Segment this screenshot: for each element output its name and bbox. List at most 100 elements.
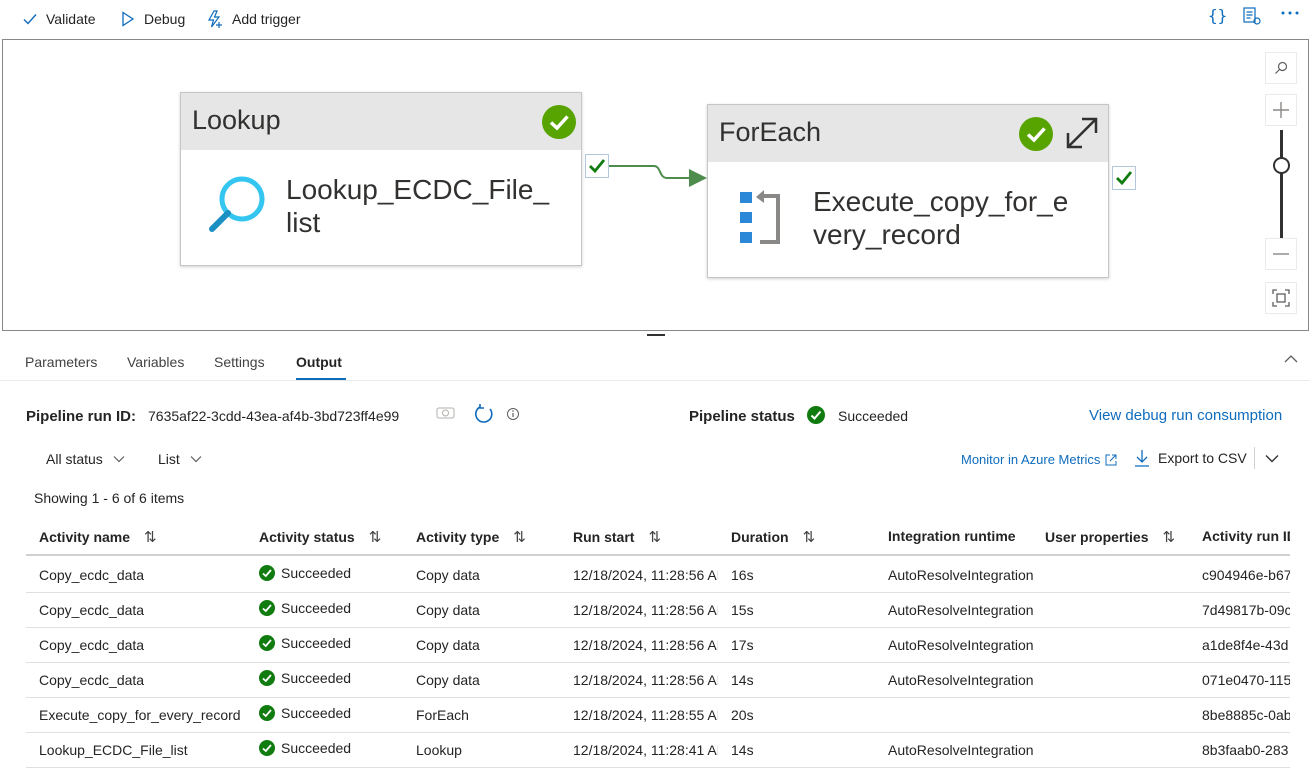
collapse-panel-icon[interactable] bbox=[1284, 354, 1298, 364]
column-header-activity-type[interactable]: Activity type ⇅ bbox=[416, 528, 526, 546]
cell-activity-type: Copy data bbox=[416, 567, 480, 583]
cell-activity-type: Lookup bbox=[416, 742, 462, 758]
column-header-run-start[interactable]: Run start ⇅ bbox=[573, 528, 661, 546]
canvas-search-button[interactable] bbox=[1265, 52, 1297, 84]
pipeline-status-label: Pipeline status bbox=[689, 408, 795, 425]
cell-activity-status: Succeeded bbox=[259, 705, 409, 721]
pipeline-status-value: Succeeded bbox=[838, 408, 909, 424]
cell-duration: 14s bbox=[731, 672, 754, 688]
check-icon bbox=[1116, 171, 1133, 186]
cell-activity-type: Copy data bbox=[416, 602, 480, 618]
lookup-activity-box[interactable]: Lookup Lookup_ECDC_File_ list bbox=[180, 92, 582, 266]
code-view-button[interactable]: {} bbox=[1208, 6, 1227, 25]
sort-icon[interactable]: ⇅ bbox=[803, 528, 816, 546]
external-link-icon bbox=[1105, 454, 1117, 465]
cell-activity-name: Copy_ecdc_data bbox=[39, 602, 145, 618]
cell-duration: 15s bbox=[731, 602, 754, 618]
download-icon bbox=[1135, 450, 1149, 467]
column-header-activity-status[interactable]: Activity status ⇅ bbox=[259, 528, 381, 546]
view-mode-label: List bbox=[158, 451, 180, 467]
validate-label: Validate bbox=[46, 11, 96, 27]
lightning-icon bbox=[207, 10, 222, 28]
expand-icon[interactable] bbox=[1064, 115, 1100, 151]
success-status-icon bbox=[259, 565, 275, 581]
plus-icon bbox=[1273, 102, 1289, 118]
foreach-activity-box[interactable]: ForEach Execute_copy_for_e very_record bbox=[707, 104, 1109, 278]
lookup-activity-name: Lookup_ECDC_File_ list bbox=[286, 174, 550, 238]
on-success-output-handle[interactable] bbox=[585, 154, 609, 178]
status-filter-dropdown[interactable]: All status bbox=[46, 451, 125, 467]
fit-to-screen-button[interactable] bbox=[1265, 282, 1297, 314]
cell-activity-status: Succeeded bbox=[259, 670, 409, 686]
sort-icon[interactable]: ⇅ bbox=[513, 528, 526, 546]
table-row[interactable]: Lookup_ECDC_File_list Succeeded Lookup 12/1… bbox=[26, 733, 1290, 768]
cell-activity-run-id: c904946e-b67 bbox=[1202, 567, 1290, 583]
table-row[interactable]: Copy_ecdc_data Succeeded Copy data 12/18/20… bbox=[26, 558, 1290, 593]
cell-run-start: 12/18/2024, 11:28:56 AM bbox=[573, 672, 718, 688]
sort-icon[interactable]: ⇅ bbox=[648, 528, 661, 546]
zoom-slider-thumb[interactable] bbox=[1273, 157, 1290, 174]
zoom-slider-track[interactable] bbox=[1280, 130, 1283, 238]
cell-activity-status: Succeeded bbox=[259, 565, 409, 581]
minus-icon bbox=[1273, 253, 1289, 255]
cell-run-start: 12/18/2024, 11:28:55 AM bbox=[573, 707, 718, 723]
column-header-integration-runtime[interactable]: Integration runtime bbox=[888, 528, 1016, 544]
panel-resize-handle[interactable] bbox=[647, 334, 665, 336]
column-header-activity-run-id[interactable]: Activity run ID bbox=[1202, 528, 1290, 544]
table-row[interactable]: Execute_copy_for_every_record Succeeded Fo… bbox=[26, 698, 1290, 733]
properties-tabs: Parameters Variables Settings Output bbox=[0, 338, 1310, 381]
cell-duration: 17s bbox=[731, 637, 754, 653]
column-header-duration[interactable]: Duration ⇅ bbox=[731, 528, 815, 546]
zoom-out-button[interactable] bbox=[1265, 238, 1297, 270]
success-status-icon bbox=[259, 705, 275, 721]
validate-button[interactable]: Validate bbox=[22, 8, 96, 30]
cell-run-start: 12/18/2024, 11:28:56 AM bbox=[573, 567, 718, 583]
foreach-activity-type: ForEach bbox=[719, 117, 822, 147]
cell-activity-run-id: 071e0470-115 bbox=[1202, 672, 1290, 688]
view-debug-consumption-link[interactable]: View debug run consumption bbox=[1089, 407, 1282, 424]
table-row[interactable]: Copy_ecdc_data Succeeded Copy data 12/18/20… bbox=[26, 663, 1290, 698]
chevron-down-icon[interactable] bbox=[1265, 454, 1279, 463]
cell-run-start: 12/18/2024, 11:28:56 AM bbox=[573, 637, 718, 653]
tab-output[interactable]: Output bbox=[296, 354, 342, 370]
pipeline-canvas[interactable]: Lookup Lookup_ECDC_File_ list ForEach Ex… bbox=[2, 39, 1309, 331]
lookup-activity-type: Lookup bbox=[192, 105, 281, 135]
tab-settings[interactable]: Settings bbox=[214, 354, 265, 370]
cell-run-start: 12/18/2024, 11:28:56 AM bbox=[573, 602, 718, 618]
view-mode-dropdown[interactable]: List bbox=[158, 451, 202, 467]
info-icon[interactable] bbox=[506, 407, 520, 421]
cell-activity-name: Copy_ecdc_data bbox=[39, 672, 145, 688]
refresh-icon[interactable] bbox=[474, 404, 494, 424]
zoom-in-button[interactable] bbox=[1265, 94, 1297, 126]
sort-icon[interactable]: ⇅ bbox=[144, 528, 157, 546]
cell-activity-name: Copy_ecdc_data bbox=[39, 637, 145, 653]
cell-activity-run-id: a1de8f4e-43d bbox=[1202, 637, 1289, 653]
export-to-csv-button[interactable]: Export to CSV bbox=[1134, 449, 1247, 467]
success-status-icon bbox=[259, 600, 275, 616]
column-header-activity-name[interactable]: Activity name ⇅ bbox=[39, 528, 157, 546]
cell-activity-run-id: 8b3faab0-283 bbox=[1202, 742, 1289, 758]
cell-activity-run-id: 7d49817b-09c bbox=[1202, 602, 1290, 618]
more-options-button[interactable] bbox=[1280, 10, 1300, 16]
activity-connector-arrow bbox=[609, 165, 707, 187]
foreach-activity-name: Execute_copy_for_e very_record bbox=[813, 186, 1069, 250]
chevron-down-icon bbox=[113, 456, 125, 463]
monitor-azure-metrics-link[interactable]: Monitor in Azure Metrics bbox=[961, 452, 1117, 467]
copy-icon[interactable] bbox=[436, 406, 456, 420]
sort-icon[interactable]: ⇅ bbox=[1162, 528, 1175, 546]
cell-duration: 14s bbox=[731, 742, 754, 758]
properties-button[interactable] bbox=[1242, 6, 1262, 26]
check-icon bbox=[589, 159, 606, 174]
add-trigger-button[interactable]: Add trigger bbox=[206, 8, 300, 30]
ellipsis-icon bbox=[1281, 11, 1299, 15]
table-row[interactable]: Copy_ecdc_data Succeeded Copy data 12/18/20… bbox=[26, 593, 1290, 628]
column-header-user-properties[interactable]: User properties ⇅ bbox=[1045, 528, 1175, 546]
tab-variables[interactable]: Variables bbox=[127, 354, 184, 370]
table-row[interactable]: Copy_ecdc_data Succeeded Copy data 12/18/20… bbox=[26, 628, 1290, 663]
cell-integration-runtime: AutoResolveIntegrationRuntime bbox=[888, 602, 1033, 618]
sort-icon[interactable]: ⇅ bbox=[369, 528, 382, 546]
tab-parameters[interactable]: Parameters bbox=[25, 354, 97, 370]
debug-button[interactable]: Debug bbox=[120, 8, 185, 30]
on-success-output-handle[interactable] bbox=[1112, 166, 1136, 190]
foreach-loop-icon bbox=[740, 190, 780, 244]
